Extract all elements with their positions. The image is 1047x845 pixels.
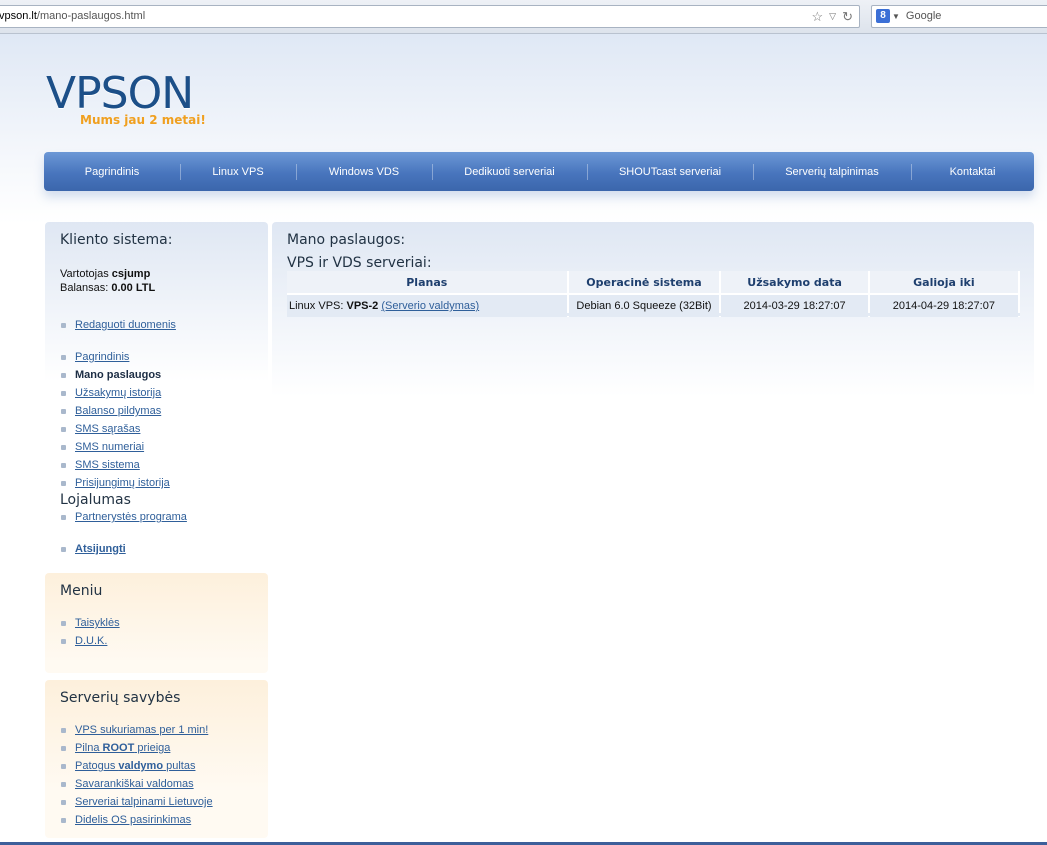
meniu-box: Meniu Taisyklės D.U.K. (45, 573, 268, 673)
client-link-balanso-pildymas[interactable]: Balanso pildymas (75, 405, 161, 417)
site-logo[interactable]: VPSON Mums jau 2 metai! (46, 68, 206, 127)
list-item: Serveriai talpinami Lietuvoje (60, 793, 213, 811)
column-header-plan: Planas (287, 271, 569, 294)
search-engine-icon[interactable]: 8 (876, 9, 890, 23)
faq-link[interactable]: D.U.K. (75, 635, 107, 647)
plan-name: VPS-2 (346, 300, 379, 312)
client-link-sms-sistema[interactable]: SMS sistema (75, 459, 140, 471)
column-header-order-date: Užsakymo data (720, 271, 870, 294)
nav-linux-vps[interactable]: Linux VPS (180, 152, 296, 191)
nav-shoutcast-serveriai[interactable]: SHOUTcast serveriai (587, 152, 753, 191)
server-control-link[interactable]: (Serverio valdymas) (381, 300, 479, 312)
user-label: Vartotojas (60, 268, 109, 280)
feature-link[interactable]: Serveriai talpinami Lietuvoje (75, 796, 213, 808)
list-item: VPS sukuriamas per 1 min! (60, 721, 213, 739)
feature-link[interactable]: Savarankiškai valdomas (75, 778, 194, 790)
search-placeholder: Google (905, 10, 942, 22)
list-item: Taisyklės (60, 614, 120, 632)
meniu-title: Meniu (60, 583, 103, 599)
list-item: Atsijungti (60, 540, 126, 558)
balance-value: 0.00 LTL (111, 282, 156, 294)
client-system-title: Kliento sistema: (60, 232, 173, 248)
client-link-sms-sarasas[interactable]: SMS sąrašas (75, 423, 140, 435)
rules-link[interactable]: Taisyklės (75, 617, 120, 629)
feature-link[interactable]: Didelis OS pasirinkimas (75, 814, 191, 826)
address-bar[interactable]: vpson.lt/mano-paslaugos.html ☆ ▽ ↻ (0, 5, 860, 28)
feature-link[interactable]: VPS sukuriamas per 1 min! (75, 724, 208, 736)
section-title: VPS ir VDS serveriai: (287, 255, 432, 271)
services-panel: Mano paslaugos: VPS ir VDS serveriai: Pl… (272, 222, 1034, 402)
logout-list: Atsijungti (60, 540, 126, 558)
loyalty-list: Partnerystės programa (60, 508, 187, 526)
url-host: vpson.lt (0, 10, 37, 22)
list-item: Patogus valdymo pultas (60, 757, 213, 775)
client-link-prisijungimu-istorija[interactable]: Prisijungimų istorija (75, 477, 170, 489)
list-item: Balanso pildymas (60, 402, 170, 420)
partnership-program-link[interactable]: Partnerystės programa (75, 511, 187, 523)
user-info: Vartotojas csjump (60, 268, 150, 280)
edit-profile-link[interactable]: Redaguoti duomenis (75, 319, 176, 331)
services-table: Planas Operacinė sistema Užsakymo data G… (287, 271, 1021, 317)
client-system-box: Kliento sistema: Vartotojas csjump Balan… (45, 222, 268, 565)
server-features-box: Serverių savybės VPS sukuriamas per 1 mi… (45, 680, 268, 838)
logout-link[interactable]: Atsijungti (75, 543, 126, 555)
logo-tagline: Mums jau 2 metai! (80, 113, 206, 127)
browser-toolbar: vpson.lt/mano-paslaugos.html ☆ ▽ ↻ 8 ▼ Goo… (0, 0, 1047, 34)
main-nav: Pagrindinis Linux VPS Windows VDS Dediku… (44, 152, 1034, 191)
list-item: Pagrindinis (60, 348, 170, 366)
balance-label: Balansas: (60, 282, 109, 294)
account-edit-list: Redaguoti duomenis (60, 316, 176, 334)
server-features-list: VPS sukuriamas per 1 min! Pilna ROOT pri… (60, 721, 213, 829)
nav-kontaktai[interactable]: Kontaktai (911, 152, 1034, 191)
search-engine-caret-icon[interactable]: ▼ (892, 12, 900, 21)
list-item: Mano paslaugos (60, 366, 170, 384)
list-item: Pilna ROOT prieiga (60, 739, 213, 757)
nav-dedikuoti-serveriai[interactable]: Dedikuoti serveriai (432, 152, 587, 191)
server-features-title: Serverių savybės (60, 690, 181, 706)
list-item: SMS sistema (60, 456, 170, 474)
feature-link[interactable]: Patogus valdymo pultas (75, 760, 195, 772)
list-item: Užsakymų istorija (60, 384, 170, 402)
list-item: SMS sąrašas (60, 420, 170, 438)
list-item: SMS numeriai (60, 438, 170, 456)
table-header-row: Planas Operacinė sistema Užsakymo data G… (287, 271, 1021, 294)
search-bar[interactable]: 8 ▼ Google (871, 5, 1047, 28)
nav-windows-vds[interactable]: Windows VDS (296, 152, 432, 191)
page-title: Mano paslaugos: (287, 232, 406, 248)
nav-pagrindinis[interactable]: Pagrindinis (44, 152, 180, 191)
balance-info: Balansas: 0.00 LTL (60, 282, 155, 294)
column-header-valid-until: Galioja iki (868, 271, 1021, 294)
client-link-pagrindinis[interactable]: Pagrindinis (75, 351, 129, 363)
column-header-os: Operacinė sistema (567, 271, 722, 294)
feature-link[interactable]: Pilna ROOT prieiga (75, 742, 170, 754)
list-item: D.U.K. (60, 632, 120, 650)
plan-prefix: Linux VPS: (289, 300, 347, 312)
list-item: Redaguoti duomenis (60, 316, 176, 334)
loyalty-title: Lojalumas (60, 492, 131, 508)
list-item: Didelis OS pasirinkimas (60, 811, 213, 829)
user-value: csjump (111, 268, 151, 280)
client-link-sms-numeriai[interactable]: SMS numeriai (75, 441, 144, 453)
nav-serveriu-talpinimas[interactable]: Serverių talpinimas (753, 152, 911, 191)
client-link-mano-paslaugos[interactable]: Mano paslaugos (75, 369, 161, 381)
url-path: /mano-paslaugos.html (36, 10, 146, 22)
list-item: Prisijungimų istorija (60, 474, 170, 492)
client-link-uzsakymu-istorija[interactable]: Užsakymų istorija (75, 387, 161, 399)
meniu-list: Taisyklės D.U.K. (60, 614, 120, 650)
history-dropdown-icon[interactable]: ▽ (829, 6, 836, 27)
list-item: Partnerystės programa (60, 508, 187, 526)
client-menu-list: Pagrindinis Mano paslaugos Užsakymų isto… (60, 348, 170, 492)
list-item: Savarankiškai valdomas (60, 775, 213, 793)
bookmark-star-icon[interactable]: ☆ (812, 6, 824, 27)
reload-icon[interactable]: ↻ (842, 6, 853, 27)
table-footer-strip (287, 313, 1020, 316)
